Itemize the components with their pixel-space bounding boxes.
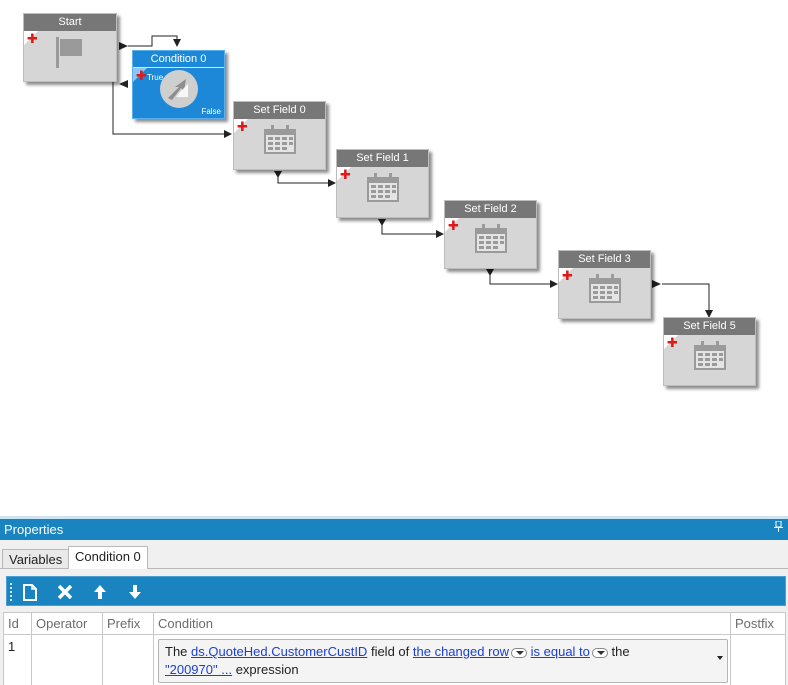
node-title: Set Field 3 (559, 251, 650, 268)
add-marker-icon[interactable]: ✚ (448, 220, 459, 233)
calendar-icon (474, 224, 508, 258)
connector-setfield0-setfield1 (277, 172, 336, 187)
flag-icon (53, 35, 87, 73)
calendar-icon (588, 274, 622, 308)
delete-x-icon[interactable] (52, 580, 78, 604)
setfield-node[interactable]: Set Field 1 ✚ (336, 149, 429, 218)
cell-operator[interactable] (32, 635, 103, 685)
setfield-node[interactable]: Set Field 2 ✚ (444, 200, 537, 269)
add-marker-icon[interactable]: ✚ (562, 270, 573, 283)
row-dropdown-icon[interactable] (511, 647, 528, 658)
tab-strip: Variables Condition 0 (0, 540, 788, 569)
tab-condition-0[interactable]: Condition 0 (68, 546, 148, 569)
panel-title: Properties (4, 522, 64, 537)
column-header-postfix[interactable]: Postfix (731, 613, 785, 635)
condition-input-arrow (119, 80, 128, 88)
node-title: Condition 0 (133, 51, 224, 68)
node-title: Set Field 1 (337, 150, 428, 167)
operator-dropdown-icon[interactable] (591, 647, 608, 658)
condition-node[interactable]: Condition 0 ✚ True False (132, 50, 225, 119)
start-node[interactable]: Start ✚ (23, 13, 117, 82)
node-title: Set Field 5 (664, 318, 755, 335)
column-header-condition[interactable]: Condition (154, 613, 731, 635)
workflow-canvas[interactable]: Start ✚ Condition 0 ✚ True False Set Fie… (0, 0, 788, 516)
connector-layer (112, 35, 713, 318)
column-header-prefix[interactable]: Prefix (103, 613, 154, 635)
connector-start-condition (128, 35, 181, 47)
false-branch-label: False (201, 107, 221, 116)
add-marker-icon[interactable]: ✚ (237, 121, 248, 134)
tab-variables[interactable]: Variables (2, 549, 70, 569)
cell-id: 1 (4, 635, 32, 685)
condition-grid: Id Operator Prefix Condition Postfix 1 T… (3, 612, 786, 685)
condition-editor[interactable]: The ds.QuoteHed.CustomerCustID field of … (158, 639, 728, 683)
setfield-node[interactable]: Set Field 0 ✚ (233, 101, 326, 170)
chevron-down-icon[interactable] (717, 656, 723, 660)
setfield-node[interactable]: Set Field 5 ✚ (663, 317, 756, 386)
setfield-node[interactable]: Set Field 3 ✚ (558, 250, 651, 319)
toolbar-grip[interactable] (10, 583, 12, 601)
add-marker-icon[interactable]: ✚ (340, 169, 351, 182)
connector-setfield1-setfield2 (381, 220, 444, 238)
properties-header: Properties (0, 519, 788, 540)
new-document-icon[interactable] (17, 580, 43, 604)
add-marker-icon[interactable]: ✚ (667, 337, 678, 350)
properties-panel: Properties Variables Condition 0 Id Oper… (0, 516, 788, 685)
arrow-down-icon[interactable] (122, 580, 148, 604)
calendar-icon (366, 173, 400, 207)
add-marker-icon[interactable]: ✚ (27, 33, 38, 46)
node-title: Set Field 0 (234, 102, 325, 119)
field-link[interactable]: ds.QuoteHed.CustomerCustID (191, 644, 367, 659)
cell-condition: The ds.QuoteHed.CustomerCustID field of … (154, 635, 731, 685)
condition-icon (159, 69, 199, 113)
value-link[interactable]: "200970" ... (165, 662, 232, 677)
operator-link[interactable]: is equal to (531, 644, 590, 659)
calendar-icon (263, 125, 297, 159)
connector-setfield3-setfield5 (662, 283, 713, 318)
calendar-icon (693, 341, 727, 375)
cell-postfix[interactable] (731, 635, 785, 685)
node-title: Set Field 2 (445, 201, 536, 218)
column-header-id[interactable]: Id (4, 613, 32, 635)
row-link[interactable]: the changed row (413, 644, 509, 659)
add-marker-icon[interactable]: ✚ (136, 70, 147, 83)
connector-setfield2-setfield3 (489, 270, 558, 288)
column-header-operator[interactable]: Operator (32, 613, 103, 635)
node-title: Start (24, 14, 116, 31)
pin-icon[interactable] (774, 519, 783, 540)
cell-prefix[interactable] (103, 635, 154, 685)
arrow-up-icon[interactable] (87, 580, 113, 604)
condition-toolbar (6, 576, 786, 606)
